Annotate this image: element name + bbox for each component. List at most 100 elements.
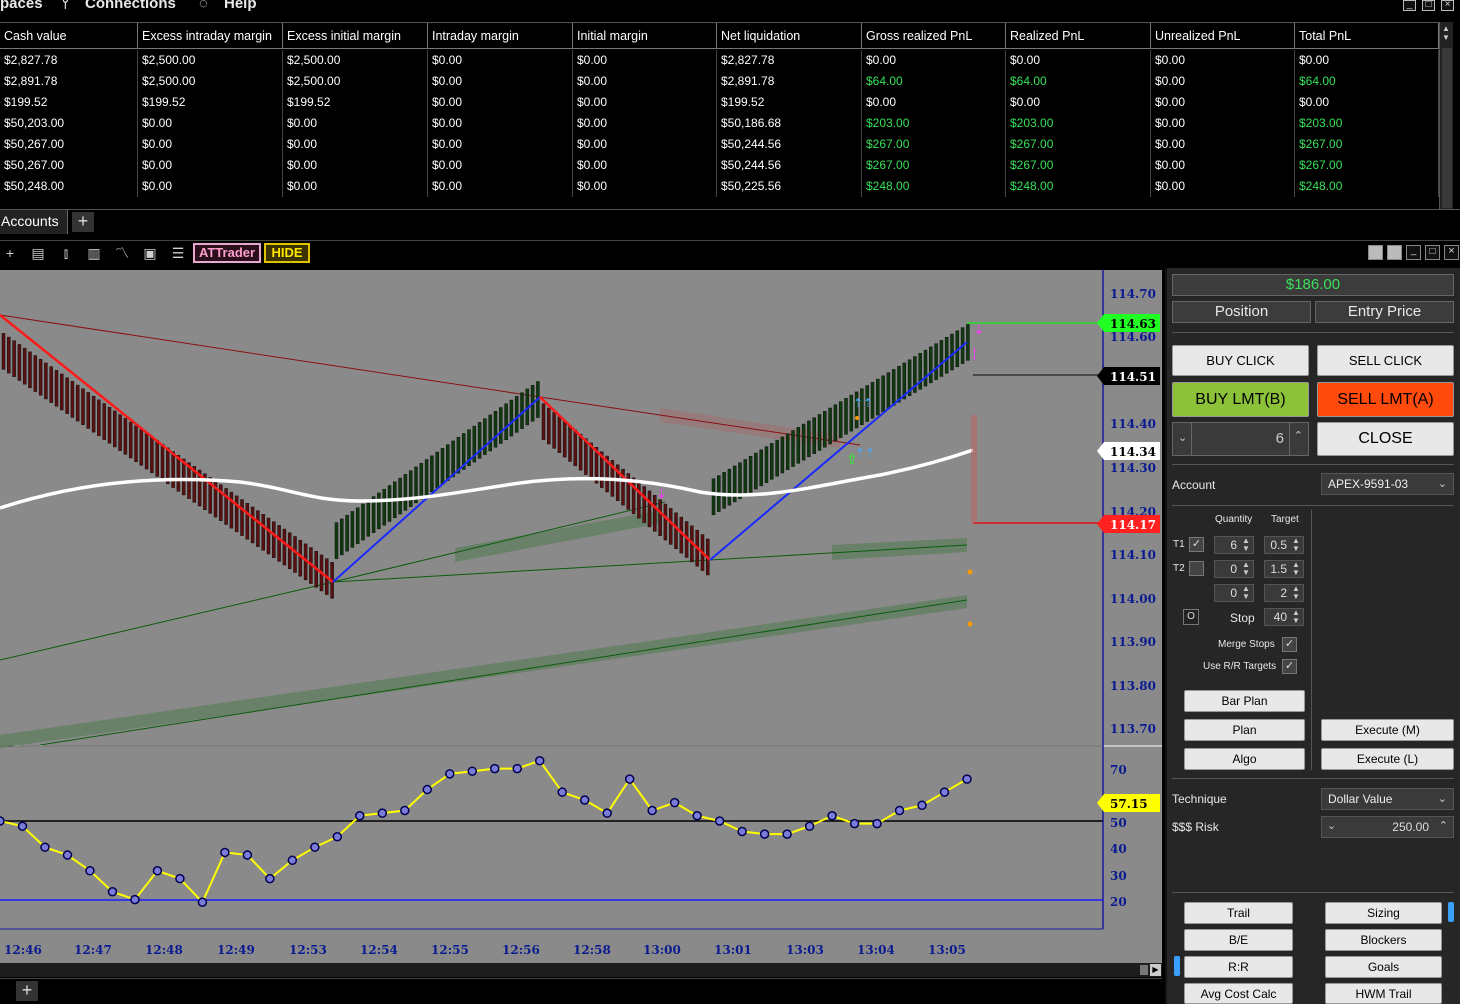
grid-cell[interactable]: $2,500.00: [138, 50, 283, 71]
grid-cell[interactable]: $0.00: [1151, 134, 1295, 155]
spinner-icon[interactable]: ▲ ▼: [1290, 537, 1302, 553]
strategies-icon[interactable]: ▣: [141, 244, 159, 262]
decrement-icon[interactable]: ⌄: [1327, 819, 1336, 832]
grid-column-header[interactable]: Intraday margin: [428, 23, 573, 49]
grid-cell[interactable]: $0.00: [573, 176, 717, 197]
grid-cell[interactable]: $50,267.00: [0, 155, 138, 176]
risk-stepper[interactable]: ⌄ 250.00 ⌃: [1321, 816, 1454, 838]
grid-cell[interactable]: $2,500.00: [283, 50, 428, 71]
quantity-stepper[interactable]: ⌄ 6 ⌃: [1172, 422, 1309, 456]
grid-cell[interactable]: $199.52: [0, 92, 138, 113]
grid-cell[interactable]: $0.00: [1006, 50, 1151, 71]
grid-cell[interactable]: $0.00: [138, 176, 283, 197]
grid-cell[interactable]: $0.00: [428, 113, 573, 134]
chart-style-icon[interactable]: ▥: [85, 244, 103, 262]
chart-close-icon[interactable]: ×: [1444, 245, 1459, 260]
grid-cell[interactable]: $2,891.78: [717, 71, 862, 92]
t1-checkbox[interactable]: ✓: [1189, 537, 1204, 552]
grid-cell[interactable]: $50,225.56: [717, 176, 862, 197]
crosshair-icon[interactable]: +: [1, 244, 19, 262]
panel-scroll-indicator[interactable]: [1448, 902, 1454, 922]
grid-cell[interactable]: $0.00: [138, 113, 283, 134]
sizing-button[interactable]: Sizing: [1325, 902, 1442, 924]
spinner-icon[interactable]: ▲ ▼: [1240, 537, 1252, 553]
grid-cell[interactable]: $0.00: [428, 176, 573, 197]
t2-quantity-input[interactable]: 0 ▲ ▼: [1214, 560, 1254, 578]
minimize-icon[interactable]: _: [1403, 0, 1416, 11]
t3-target-input[interactable]: 2 ▲ ▼: [1264, 584, 1304, 602]
indicators-icon[interactable]: 〽: [113, 244, 131, 262]
decrement-icon[interactable]: ⌄: [1178, 431, 1187, 444]
grid-cell[interactable]: $0.00: [138, 134, 283, 155]
grid-cell[interactable]: $0.00: [862, 50, 1006, 71]
grid-cell[interactable]: $267.00: [1295, 155, 1439, 176]
grid-cell[interactable]: $0.00: [283, 176, 428, 197]
grid-column-header[interactable]: Excess intraday margin: [138, 23, 283, 49]
grid-cell[interactable]: $267.00: [1006, 134, 1151, 155]
grid-cell[interactable]: $50,267.00: [0, 134, 138, 155]
trail-button[interactable]: Trail: [1184, 902, 1293, 924]
grid-column-header[interactable]: Cash value: [0, 23, 138, 49]
hide-button[interactable]: HIDE: [264, 243, 310, 263]
break-even-button[interactable]: B/E: [1184, 929, 1293, 951]
account-dropdown[interactable]: APEX-9591-03 ⌄: [1321, 473, 1454, 495]
grid-cell[interactable]: $0.00: [573, 134, 717, 155]
grid-cell[interactable]: $267.00: [862, 155, 1006, 176]
grid-column-header[interactable]: Initial margin: [573, 23, 717, 49]
execute-limit-button[interactable]: Execute (L): [1321, 748, 1454, 770]
blockers-button[interactable]: Blockers: [1325, 929, 1442, 951]
grid-cell[interactable]: $50,244.56: [717, 155, 862, 176]
data-box-icon[interactable]: ▤: [29, 244, 47, 262]
grid-cell[interactable]: $0.00: [428, 50, 573, 71]
t3-quantity-input[interactable]: 0 ▲ ▼: [1214, 584, 1254, 602]
grid-cell[interactable]: $0.00: [1151, 113, 1295, 134]
increment-icon[interactable]: ⌃: [1294, 429, 1303, 442]
hwm-trail-button[interactable]: HWM Trail: [1325, 983, 1442, 1004]
merge-stops-checkbox[interactable]: ✓: [1282, 637, 1297, 652]
spinner-icon[interactable]: ▲ ▼: [1240, 585, 1252, 601]
grid-cell[interactable]: $0.00: [1151, 50, 1295, 71]
scroll-thumb[interactable]: [1442, 48, 1452, 208]
buy-limit-button[interactable]: BUY LMT(B): [1172, 382, 1309, 417]
spinner-icon[interactable]: ▲ ▼: [1290, 585, 1302, 601]
grid-cell[interactable]: $2,827.78: [0, 50, 138, 71]
grid-cell[interactable]: $0.00: [283, 134, 428, 155]
grid-cell[interactable]: $0.00: [862, 92, 1006, 113]
chart-minimize-icon[interactable]: _: [1406, 245, 1421, 260]
scroll-right-icon[interactable]: ▶: [1150, 964, 1161, 976]
scroll-up-icon[interactable]: ▲: [1442, 24, 1450, 33]
t1-quantity-input[interactable]: 6 ▲ ▼: [1214, 536, 1254, 554]
grid-cell[interactable]: $2,500.00: [283, 71, 428, 92]
grid-column-header[interactable]: Realized PnL: [1006, 23, 1151, 49]
grid-cell[interactable]: $0.00: [1295, 92, 1439, 113]
grid-column-header[interactable]: Net liquidation: [717, 23, 862, 49]
grid-scrollbar[interactable]: ▲ ▼: [1439, 22, 1453, 210]
grid-cell[interactable]: $0.00: [138, 155, 283, 176]
spinner-icon[interactable]: ▲ ▼: [1290, 609, 1302, 625]
grid-cell[interactable]: $50,244.56: [717, 134, 862, 155]
grid-cell[interactable]: $0.00: [283, 155, 428, 176]
close-button[interactable]: CLOSE: [1317, 422, 1454, 456]
grid-cell[interactable]: $64.00: [1295, 71, 1439, 92]
grid-cell[interactable]: $0.00: [1151, 71, 1295, 92]
spinner-icon[interactable]: ▲ ▼: [1290, 561, 1302, 577]
stop-input[interactable]: 40 ▲ ▼: [1264, 608, 1304, 626]
goals-button[interactable]: Goals: [1325, 956, 1442, 978]
grid-cell[interactable]: $0.00: [1151, 176, 1295, 197]
chart-maximize-icon[interactable]: □: [1425, 245, 1440, 260]
bar-type-icon[interactable]: ⫾: [57, 244, 75, 262]
sell-limit-button[interactable]: SELL LMT(A): [1317, 382, 1454, 417]
grid-cell[interactable]: $2,827.78: [717, 50, 862, 71]
sell-click-button[interactable]: SELL CLICK: [1317, 345, 1454, 376]
grid-cell[interactable]: $64.00: [1006, 71, 1151, 92]
add-tab-button[interactable]: +: [72, 212, 94, 232]
grid-cell[interactable]: $0.00: [428, 71, 573, 92]
grid-cell[interactable]: $0.00: [428, 92, 573, 113]
t1-target-input[interactable]: 0.5 ▲ ▼: [1264, 536, 1304, 554]
object-list-icon[interactable]: ☰: [169, 244, 187, 262]
grid-cell[interactable]: $0.00: [573, 113, 717, 134]
grid-cell[interactable]: $267.00: [862, 134, 1006, 155]
menu-help[interactable]: Help: [224, 0, 257, 12]
grid-cell[interactable]: $2,891.78: [0, 71, 138, 92]
chart-window-grey-icon[interactable]: [1368, 245, 1383, 260]
